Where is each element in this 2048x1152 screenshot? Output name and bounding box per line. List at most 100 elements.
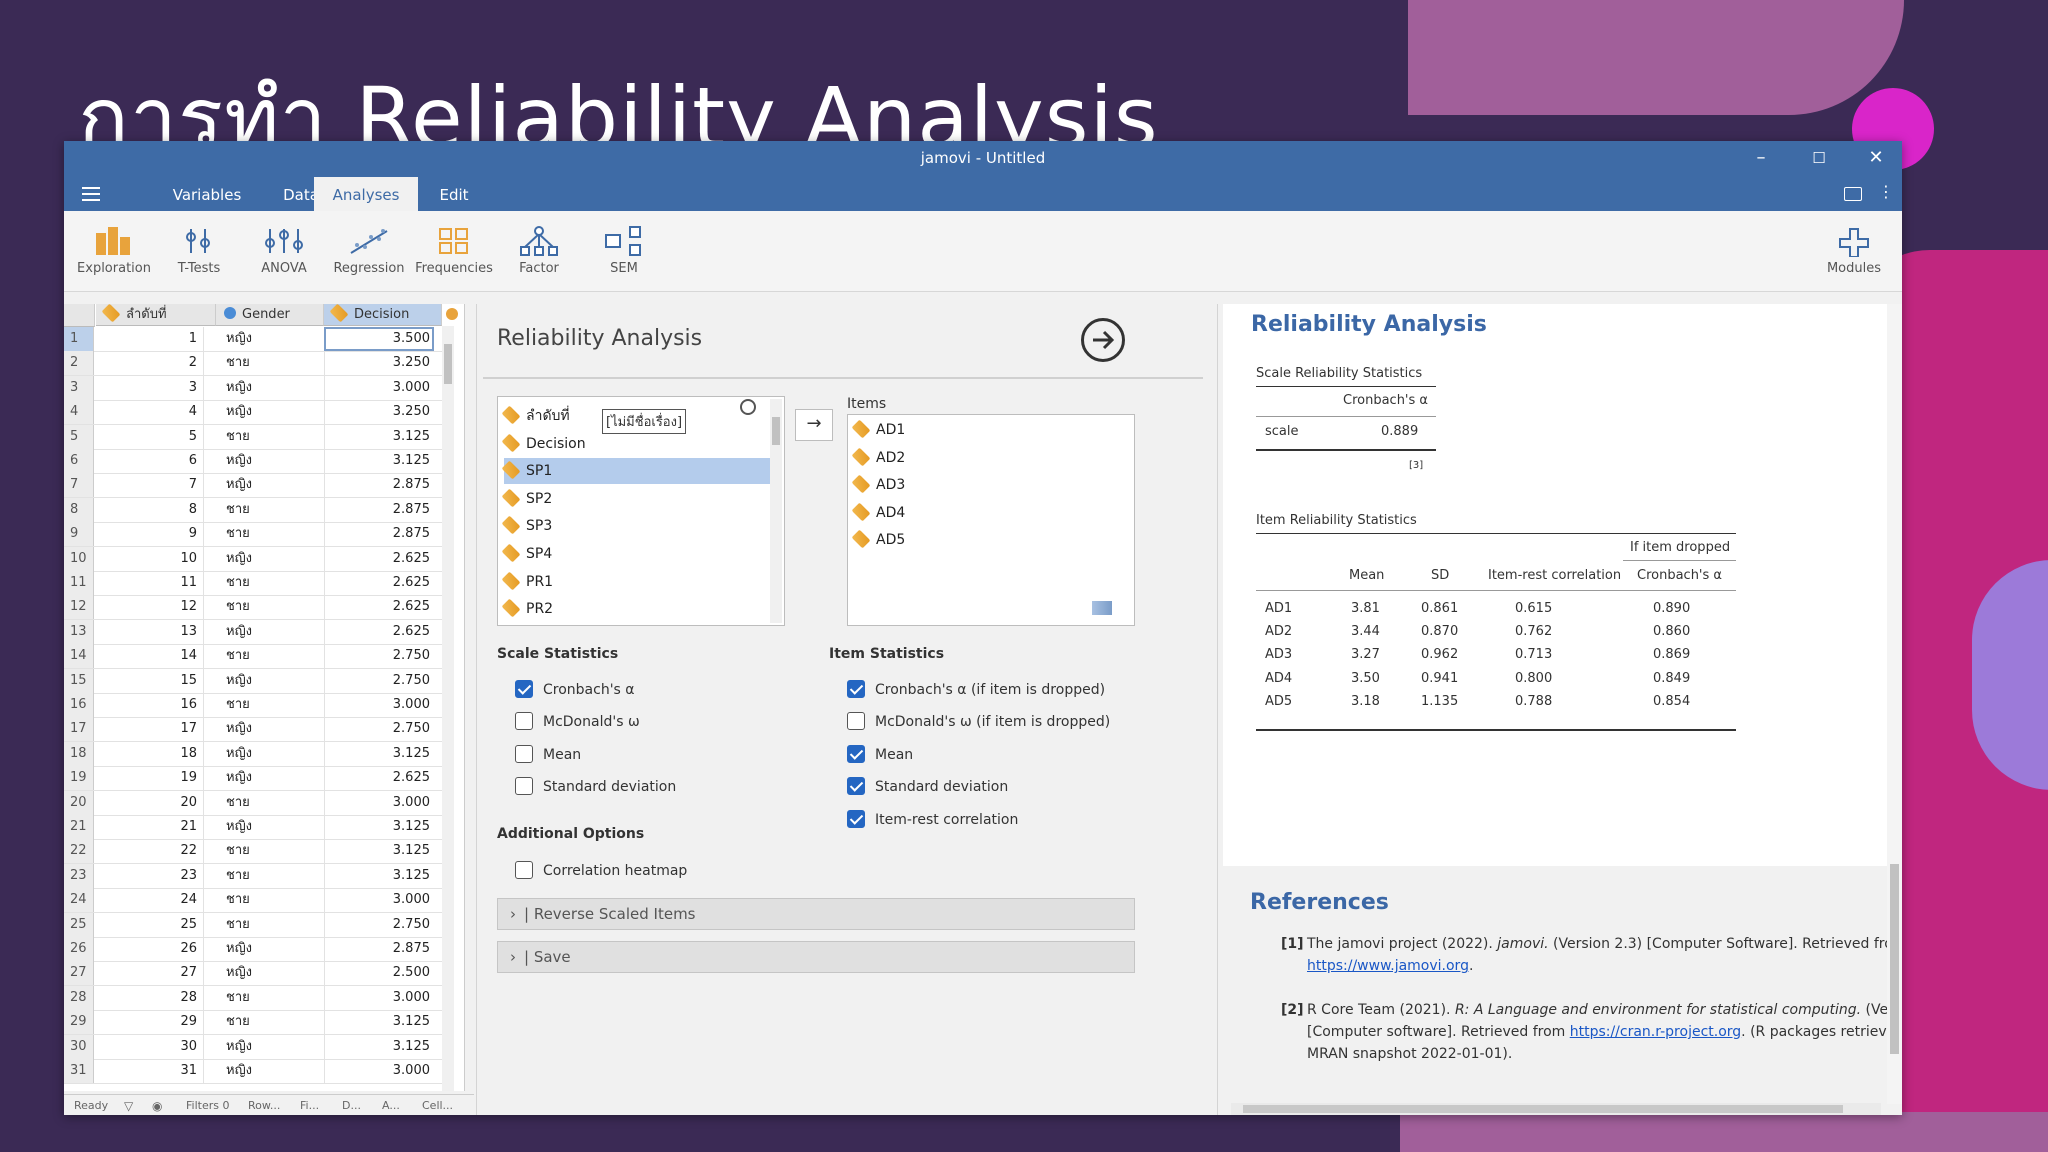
- table-row[interactable]: 2 2 ชาย 3.250: [64, 351, 454, 377]
- filter-icon[interactable]: ▽: [124, 1099, 133, 1113]
- tab-analyses[interactable]: Analyses: [314, 177, 418, 211]
- scroll-thumb[interactable]: [444, 344, 452, 384]
- cell-decision[interactable]: 2.875: [324, 497, 434, 522]
- row-number[interactable]: 28: [64, 985, 94, 1010]
- cell-decision[interactable]: 3.125: [324, 1034, 434, 1059]
- table-row[interactable]: 26 26 หญิง 2.875: [64, 937, 454, 962]
- cell-decision[interactable]: 2.625: [324, 571, 434, 595]
- checkbox-option[interactable]: Item-rest correlation: [847, 809, 1018, 831]
- toolbar-factor[interactable]: Factor: [497, 225, 581, 276]
- cell-gender[interactable]: หญิง: [204, 961, 312, 985]
- sheet-vertical-scrollbar[interactable]: [442, 326, 454, 1091]
- cell-decision[interactable]: 2.500: [324, 961, 434, 986]
- cell-gender[interactable]: หญิง: [204, 547, 312, 571]
- cell-order[interactable]: 18: [96, 741, 204, 766]
- cell-order[interactable]: 31: [96, 1059, 204, 1083]
- checkbox[interactable]: [847, 680, 865, 698]
- cell-decision[interactable]: 3.000: [324, 790, 434, 815]
- cell-order[interactable]: 5: [96, 424, 204, 449]
- toolbar-ttests[interactable]: T-Tests: [157, 225, 241, 276]
- toolbar-anova[interactable]: ANOVA: [242, 225, 326, 276]
- list-scrollbar[interactable]: [770, 399, 782, 623]
- checkbox-option[interactable]: Correlation heatmap: [515, 860, 687, 882]
- row-number[interactable]: 19: [64, 766, 94, 791]
- cell-decision[interactable]: 3.250: [324, 400, 434, 425]
- checkbox-option[interactable]: Mean: [847, 744, 913, 766]
- row-number[interactable]: 6: [64, 449, 94, 473]
- checkbox[interactable]: [847, 809, 865, 828]
- column-header-decision[interactable]: Decision: [324, 304, 442, 326]
- toolbar-modules[interactable]: Modules: [1812, 225, 1896, 276]
- cell-decision[interactable]: 3.125: [324, 863, 434, 888]
- cell-gender[interactable]: หญิง: [204, 815, 312, 839]
- table-row[interactable]: 3 3 หญิง 3.000: [64, 375, 454, 401]
- table-row[interactable]: 27 27 หญิง 2.500: [64, 961, 454, 987]
- cell-gender[interactable]: ชาย: [204, 571, 312, 595]
- cell-order[interactable]: 7: [96, 473, 204, 498]
- cell-decision[interactable]: 3.125: [324, 449, 434, 473]
- cell-order[interactable]: 9: [96, 522, 204, 547]
- row-number[interactable]: 24: [64, 888, 94, 913]
- table-row[interactable]: 12 12 ชาย 2.625: [64, 595, 454, 621]
- column-header-gender[interactable]: Gender: [216, 304, 324, 326]
- row-number[interactable]: 26: [64, 937, 94, 961]
- table-row[interactable]: 18 18 หญิง 3.125: [64, 741, 454, 767]
- row-number[interactable]: 16: [64, 693, 94, 717]
- table-row[interactable]: 31 31 หญิง 3.000: [64, 1059, 454, 1084]
- maximize-button[interactable]: ☐: [1804, 145, 1834, 171]
- cell-order[interactable]: 28: [96, 985, 204, 1010]
- row-number[interactable]: 9: [64, 522, 94, 547]
- table-row[interactable]: 16 16 ชาย 3.000: [64, 693, 454, 718]
- cell-order[interactable]: 24: [96, 888, 204, 913]
- row-number[interactable]: 2: [64, 351, 94, 376]
- row-number[interactable]: 30: [64, 1034, 94, 1059]
- row-number[interactable]: 1: [64, 327, 94, 351]
- row-number[interactable]: 13: [64, 619, 94, 644]
- table-row[interactable]: 7 7 หญิง 2.875: [64, 473, 454, 499]
- cell-order[interactable]: 20: [96, 790, 204, 815]
- cell-order[interactable]: 21: [96, 815, 204, 839]
- checkbox[interactable]: [515, 777, 533, 796]
- add-column-icon[interactable]: [446, 308, 458, 320]
- checkbox[interactable]: [515, 861, 533, 879]
- cell-order[interactable]: 22: [96, 839, 204, 864]
- row-number[interactable]: 21: [64, 815, 94, 839]
- cell-decision[interactable]: 2.625: [324, 595, 434, 620]
- item-list-item[interactable]: AD5: [851, 527, 1124, 553]
- table-row[interactable]: 28 28 ชาย 3.000: [64, 985, 454, 1011]
- checkbox-option[interactable]: Cronbach's α (if item is dropped): [847, 679, 1105, 701]
- cell-gender[interactable]: ชาย: [204, 913, 312, 937]
- eye-icon[interactable]: ◉: [152, 1099, 162, 1113]
- cell-gender[interactable]: หญิง: [204, 449, 312, 473]
- row-number[interactable]: 20: [64, 790, 94, 815]
- table-row[interactable]: 30 30 หญิง 3.125: [64, 1034, 454, 1060]
- cell-gender[interactable]: หญิง: [204, 620, 312, 644]
- cell-gender[interactable]: ชาย: [204, 1010, 312, 1034]
- more-options-icon[interactable]: ⋮: [1878, 184, 1894, 200]
- cell-order[interactable]: 8: [96, 497, 204, 522]
- minimize-button[interactable]: –: [1746, 145, 1776, 171]
- close-button[interactable]: ✕: [1861, 145, 1891, 171]
- cell-decision[interactable]: 2.875: [324, 473, 434, 498]
- row-number[interactable]: 15: [64, 668, 94, 693]
- cell-gender[interactable]: ชาย: [204, 498, 312, 522]
- variable-list-item[interactable]: SP3: [501, 513, 774, 539]
- row-number[interactable]: 18: [64, 741, 94, 766]
- cell-order[interactable]: 11: [96, 571, 204, 595]
- cell-order[interactable]: 30: [96, 1034, 204, 1059]
- table-row[interactable]: 21 21 หญิง 3.125: [64, 815, 454, 840]
- run-analysis-arrow-icon[interactable]: [1081, 318, 1125, 362]
- cell-gender[interactable]: หญิง: [204, 376, 312, 400]
- variable-list-item[interactable]: PR2: [501, 596, 774, 622]
- cell-decision[interactable]: 3.250: [324, 351, 434, 376]
- variable-list-item[interactable]: SP1: [501, 458, 774, 485]
- column-header-order[interactable]: ลำดับที่: [96, 304, 216, 326]
- cell-order[interactable]: 14: [96, 644, 204, 669]
- jamovi-link[interactable]: https://www.jamovi.org: [1307, 958, 1469, 974]
- row-number[interactable]: 11: [64, 571, 94, 595]
- cell-order[interactable]: 15: [96, 668, 204, 693]
- cell-gender[interactable]: ชาย: [204, 351, 312, 375]
- variable-list-item[interactable]: Decision: [501, 431, 774, 457]
- table-row[interactable]: 10 10 หญิง 2.625: [64, 546, 454, 572]
- row-number[interactable]: 8: [64, 497, 94, 522]
